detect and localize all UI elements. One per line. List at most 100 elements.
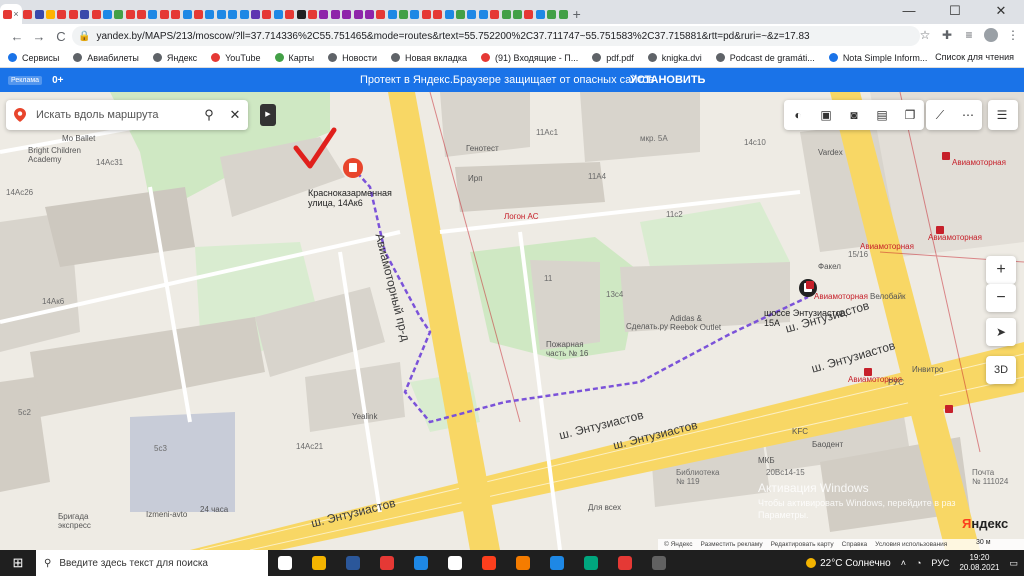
browser-tab[interactable] [113, 4, 124, 24]
back-icon[interactable]: ← [6, 29, 28, 44]
map-label-mkb[interactable]: МКБ [758, 456, 775, 465]
taskbar-search[interactable]: ⚲ Введите здесь текст для поиска [36, 550, 268, 576]
avatar[interactable] [984, 28, 998, 45]
browser-tab[interactable] [341, 4, 352, 24]
bookmark-item[interactable]: Nota Simple Inform... [828, 53, 927, 63]
more-icon[interactable]: ⋯ [954, 108, 982, 122]
reading-mode-icon[interactable]: ≡ [962, 28, 976, 45]
map-label-fakel[interactable]: Факел [818, 262, 841, 271]
route-search-input[interactable]: Искать вдоль маршрута [36, 109, 196, 121]
browser-tab[interactable] [136, 4, 147, 24]
new-tab-icon[interactable]: + [569, 6, 585, 22]
minimize-icon[interactable]: — [886, 0, 932, 24]
browser-tab[interactable] [466, 4, 477, 24]
browser-tab[interactable] [421, 4, 432, 24]
reload-icon[interactable]: C [50, 29, 72, 44]
map-label-dlya-vsekh[interactable]: Для всех [588, 503, 621, 512]
browser-tab[interactable] [159, 4, 170, 24]
bookmark-item[interactable]: (91) Входящие - П... [481, 53, 578, 63]
browser-tab[interactable] [147, 4, 158, 24]
bookmark-item[interactable]: Новая вкладка [391, 53, 467, 63]
taskbar-app[interactable] [472, 550, 506, 576]
taskbar-app[interactable] [404, 550, 438, 576]
map-label-yealink[interactable]: Yealink [352, 412, 378, 421]
bookmark-item[interactable]: pdf.pdf [592, 53, 634, 63]
layers-icon[interactable]: ◐ [784, 108, 812, 122]
bookmark-item[interactable]: Яндекс [152, 53, 197, 63]
language-indicator[interactable]: РУС [931, 558, 949, 568]
zoom-out-button[interactable]: − [986, 284, 1016, 312]
browser-tab[interactable] [33, 4, 44, 24]
browser-tab[interactable] [193, 4, 204, 24]
browser-tab[interactable] [181, 4, 192, 24]
forward-icon[interactable]: → [28, 29, 50, 44]
yandex-logo[interactable]: Яндекс [962, 516, 1008, 531]
browser-tab[interactable] [318, 4, 329, 24]
taskbar-app[interactable] [302, 550, 336, 576]
map-label-izmeni[interactable]: Izmeni-avto [146, 510, 187, 519]
address-bar[interactable]: 🔒 yandex.by/MAPS/213/moscow/?ll=37.71433… [72, 26, 920, 46]
taskbar-app[interactable] [370, 550, 404, 576]
browser-tab[interactable] [443, 4, 454, 24]
transit-icon[interactable]: ▤ [868, 108, 896, 122]
browser-tab[interactable] [307, 4, 318, 24]
browser-tab[interactable] [45, 4, 56, 24]
browser-tab[interactable] [398, 4, 409, 24]
browser-tab[interactable] [557, 4, 568, 24]
clock[interactable]: 19:20 20.08.2021 [959, 553, 999, 573]
browser-tab[interactable] [330, 4, 341, 24]
map-label-velobike[interactable]: Велобайк [870, 292, 906, 301]
browser-tab[interactable]: × [0, 4, 22, 24]
place-ad-link[interactable]: Разместить рекламу [700, 541, 762, 548]
map-label-adidas[interactable]: Adidas & Reebok Outlet [670, 314, 721, 332]
map-label-kfc[interactable]: KFC [792, 427, 808, 436]
map-label-bright-children[interactable]: Bright Children Academy [28, 146, 81, 164]
taskbar-app[interactable] [574, 550, 608, 576]
reading-list-button[interactable]: Список для чтения [935, 52, 1014, 62]
metro-label-aviamotornaya-2[interactable]: Авиамоторная [860, 242, 914, 251]
browser-tab[interactable] [432, 4, 443, 24]
collapse-panel-button[interactable]: ▶ [260, 104, 276, 126]
browser-tab[interactable] [22, 4, 33, 24]
route-search-box[interactable]: Искать вдоль маршрута ⚲ ✕ [6, 100, 248, 130]
browser-tab[interactable] [387, 4, 398, 24]
hamburger-icon[interactable]: ☰ [988, 108, 1016, 122]
install-button[interactable]: УСТАНОВИТЬ [630, 74, 705, 86]
browser-tab[interactable] [409, 4, 420, 24]
star-icon[interactable]: ☆ [918, 28, 932, 45]
search-icon[interactable]: ⚲ [196, 107, 222, 123]
close-icon[interactable]: ✕ [222, 107, 248, 123]
edit-map-link[interactable]: Редактировать карту [771, 541, 834, 548]
browser-tab[interactable] [125, 4, 136, 24]
map-label-library[interactable]: Библиотека № 119 [676, 468, 720, 486]
browser-tab[interactable] [546, 4, 557, 24]
ad-banner[interactable]: Реклама 0+ Протект в Яндекс.Браузере защ… [0, 68, 1024, 92]
taskbar-search-input[interactable]: Введите здесь текст для поиска [59, 558, 208, 569]
browser-tab[interactable] [90, 4, 101, 24]
extensions-icon[interactable]: ✚ [940, 28, 954, 45]
browser-tab[interactable] [284, 4, 295, 24]
browser-tab[interactable] [102, 4, 113, 24]
browser-tab[interactable] [68, 4, 79, 24]
browser-tab[interactable] [238, 4, 249, 24]
window-close-icon[interactable]: ✕ [978, 0, 1024, 24]
view-3d-button[interactable]: 3D [986, 356, 1016, 384]
print-icon[interactable]: ❐ [896, 108, 924, 122]
browser-tab[interactable] [523, 4, 534, 24]
map-label-brigada[interactable]: Бригада экспресс [58, 512, 91, 530]
browser-tab[interactable] [512, 4, 523, 24]
taskbar-app[interactable] [268, 550, 302, 576]
map-label-baodent[interactable]: Баодент [812, 440, 843, 449]
metro-label-aviamotornaya-3[interactable]: Авиамоторная [928, 233, 982, 242]
map-label-logon[interactable]: Логон АС [504, 212, 538, 221]
notification-icon[interactable]: ▭ [1009, 558, 1018, 569]
taskbar-app[interactable] [506, 550, 540, 576]
map-label-sdetal[interactable]: Сделать.ру [626, 322, 668, 331]
browser-tab[interactable] [273, 4, 284, 24]
zoom-in-button[interactable]: + [986, 256, 1016, 284]
bookmark-item[interactable]: Карты [274, 53, 314, 63]
metro-label-aviamotornaya-1[interactable]: Авиамоторная [952, 158, 1006, 167]
panorama-icon[interactable]: ◙ [840, 108, 868, 122]
browser-tab[interactable] [250, 4, 261, 24]
browser-tab[interactable] [352, 4, 363, 24]
